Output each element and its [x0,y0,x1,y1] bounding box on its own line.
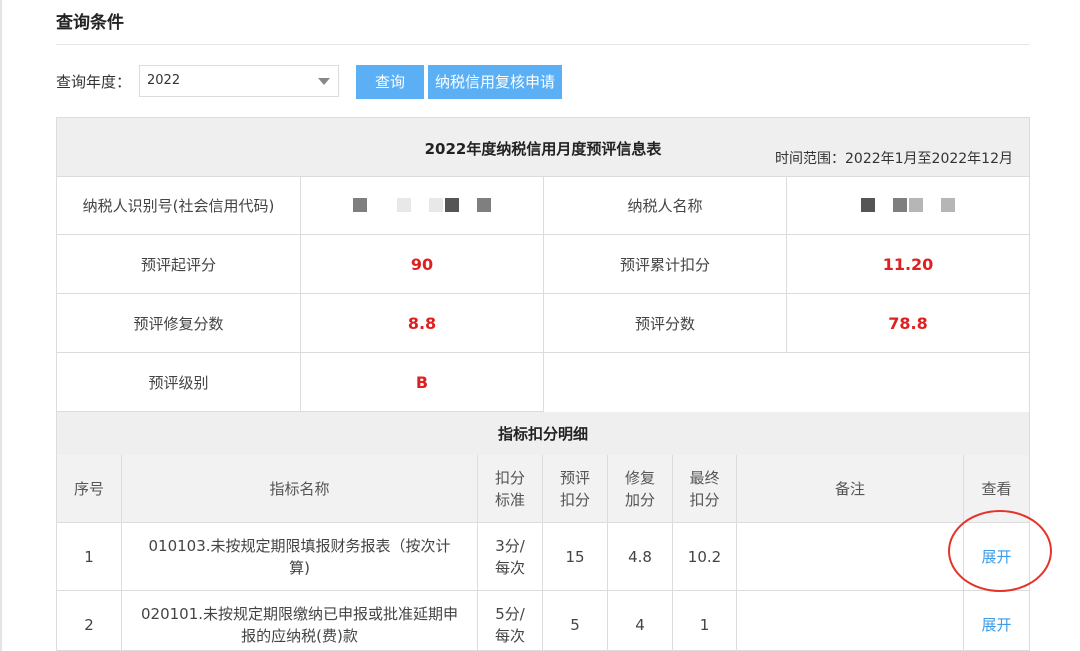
column-header-note: 备注 [737,455,964,523]
row-pre-deduct: 5 [543,591,608,650]
row-pre-deduct: 15 [543,523,608,591]
divider [56,44,1030,45]
detail-table-title: 指标扣分明细 [57,412,1029,456]
query-button[interactable]: 查询 [356,65,424,99]
taxpayer-id-value-redacted [301,176,544,235]
row-final: 10.2 [673,523,737,591]
row-repair: 4.8 [608,523,673,591]
redaction-block [429,198,443,212]
left-border [0,0,2,651]
redaction-block [477,198,491,212]
taxpayer-name-label: 纳税人名称 [544,176,787,235]
redaction-block [445,198,459,212]
column-header-view: 查看 [964,455,1029,523]
taxpayer-name-value-redacted [787,176,1029,235]
row-index: 1 [57,523,122,591]
column-header-indicator-name: 指标名称 [122,455,478,523]
year-label: 查询年度： [56,73,132,91]
redaction-block [861,198,875,212]
repair-score-value: 8.8 [301,294,544,353]
redaction-block [893,198,907,212]
credit-review-button[interactable]: 纳税信用复核申请 [428,65,562,99]
row-indicator-name: 010103.未按规定期限填报财务报表（按次计算) [122,523,478,591]
grade-label: 预评级别 [57,353,301,412]
query-section-title: 查询条件 [56,13,124,33]
expand-link[interactable]: 展开 [981,614,1011,636]
row-index: 2 [57,591,122,650]
year-select[interactable]: 2022 [139,65,339,97]
row-note [737,591,964,650]
redaction-block [909,198,923,212]
grade-value: B [301,353,544,412]
column-header-index: 序号 [57,455,122,523]
row-expand-cell: 展开 [964,591,1029,650]
cumulative-deduction-value: 11.20 [787,235,1029,294]
year-select-value: 2022 [147,73,181,88]
redaction-block [397,198,411,212]
expand-link[interactable]: 展开 [981,546,1011,568]
row-final: 1 [673,591,737,650]
column-header-final: 最终扣分 [673,455,737,523]
row-repair: 4 [608,591,673,650]
initial-score-label: 预评起评分 [57,235,301,294]
cumulative-deduction-label: 预评累计扣分 [544,235,787,294]
redaction-block [353,198,367,212]
row-indicator-name: 020101.未按规定期限缴纳已申报或批准延期申报的应纳税(费)款 [122,591,478,650]
redaction-block [941,198,955,212]
initial-score-value: 90 [301,235,544,294]
time-range: 时间范围：2022年1月至2022年12月 [775,151,1013,167]
credit-info-table: 2022年度纳税信用月度预评信息表 时间范围：2022年1月至2022年12月 … [56,117,1030,651]
repair-score-label: 预评修复分数 [57,294,301,353]
taxpayer-id-label: 纳税人识别号(社会信用代码) [57,176,301,235]
column-header-pre-deduct: 预评扣分 [543,455,608,523]
row-note [737,523,964,591]
column-header-standard: 扣分标准 [478,455,543,523]
pre-score-label: 预评分数 [544,294,787,353]
row-expand-cell: 展开 [964,523,1029,591]
chevron-down-icon [318,78,330,85]
pre-score-value: 78.8 [787,294,1029,353]
row-standard: 3分/每次 [478,523,543,591]
row-standard: 5分/每次 [478,591,543,650]
column-header-repair: 修复加分 [608,455,673,523]
info-table-header: 2022年度纳税信用月度预评信息表 时间范围：2022年1月至2022年12月 [57,118,1029,177]
